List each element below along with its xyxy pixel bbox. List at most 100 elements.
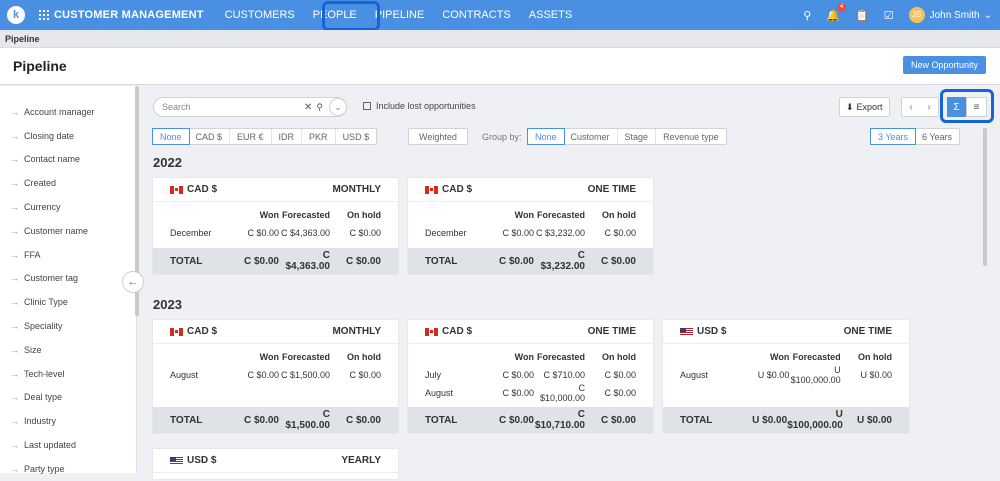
arrow-right-icon: → [10,154,19,165]
nav-customers[interactable]: CUSTOMERS [216,0,304,30]
total-won: C $0.00 [243,414,279,426]
search-input[interactable]: Search ✕ ⚲ ⌄ [153,97,347,117]
col-forecasted: Forecasted [536,210,585,220]
row-onhold: C $0.00 [604,388,636,398]
sidebar-item-speciality[interactable]: → Speciality [0,314,136,338]
sidebar-item-customer-name[interactable]: → Customer name [0,219,136,243]
checkbox-box[interactable] [363,102,371,110]
download-icon: ⬇ [846,101,854,112]
group-by-stage[interactable]: Stage [618,129,657,144]
sidebar-item-label: Speciality [24,321,63,332]
arrow-right-icon: → [10,368,19,379]
sidebar-item-tech-level[interactable]: → Tech-level [0,362,136,386]
sidebar-item-last-updated[interactable]: → Last updated [0,433,136,457]
app-brand[interactable]: CUSTOMER MANAGEMENT [54,9,204,21]
arrow-right-icon: → [10,297,19,308]
card-type: MONTHLY [332,184,381,195]
total-won: C $0.00 [498,255,534,267]
chevron-down-icon[interactable]: ⌄ [329,98,347,116]
sidebar-item-size[interactable]: → Size [0,338,136,362]
sidebar-item-contact-name[interactable]: → Contact name [0,148,136,172]
main-scrollbar[interactable] [983,128,987,266]
sidebar-item-deal-type[interactable]: → Deal type [0,386,136,410]
card-total: TOTAL C $0.00 C $1,500.00 C $0.00 [153,407,398,433]
arrow-right-icon: → [10,344,19,355]
sidebar-item-industry[interactable]: → Industry [0,409,136,433]
currency-cad[interactable]: CAD $ [189,129,231,144]
card-currency: CAD $ [442,184,473,195]
new-opportunity-button[interactable]: New Opportunity [902,56,986,74]
years-6[interactable]: 6 Years [915,129,959,144]
years-3[interactable]: 3 Years [870,128,917,145]
topbar-right: ⚲ 🔔 4 📋 ☑ JS John Smith ⌄ [803,2,1000,23]
search-icon[interactable]: ⚲ [803,9,811,22]
currency-none[interactable]: None [152,128,190,145]
user-menu[interactable]: JS John Smith ⌄ [908,7,992,23]
chevron-left-icon[interactable]: ‹ [902,98,920,116]
card-header: CAD $ ONE TIME [408,320,653,344]
card-row: August C $0.00 C $10,000.00 C $0.00 [408,383,653,403]
group-by-revenue-type[interactable]: Revenue type [656,129,726,144]
total-forecasted: U $100,000.00 [787,409,843,431]
canada-flag-icon [425,327,438,336]
col-won: Won [770,352,790,362]
row-won: C $0.00 [502,228,534,238]
row-won: C $0.00 [247,370,279,380]
group-by-none[interactable]: None [527,128,565,145]
clear-icon[interactable]: ✕ [304,102,312,113]
currency-eur[interactable]: EUR € [230,129,272,144]
arrow-right-icon: → [10,440,19,451]
currency-idr[interactable]: IDR [272,129,303,144]
arrow-right-icon: → [10,463,19,474]
row-won: C $0.00 [502,388,534,398]
apps-grid-icon[interactable] [39,10,49,20]
sidebar-item-closing-date[interactable]: → Closing date [0,124,136,148]
currency-pkr[interactable]: PKR [302,129,336,144]
nav-contracts[interactable]: CONTRACTS [433,0,519,30]
total-forecasted: C $1,500.00 [285,409,331,431]
sidebar-item-label: Customer tag [24,273,79,284]
currency-usd[interactable]: USD $ [336,129,377,144]
collapse-sidebar-button[interactable]: ← [122,271,144,293]
chevron-down-icon: ⌄ [983,9,992,21]
export-button[interactable]: ⬇ Export [839,97,890,117]
col-onhold: On hold [347,352,381,362]
card-row: December C $0.00 C $4,363.00 C $0.00 [153,224,398,242]
clipboard-clock-icon[interactable]: 📋 [855,9,869,22]
sidebar-item-created[interactable]: → Created [0,171,136,195]
total-forecasted: C $3,232.00 [540,250,586,272]
row-forecasted: C $1,500.00 [280,370,330,380]
include-lost-checkbox[interactable]: Include lost opportunities [363,101,476,111]
group-by-customer[interactable]: Customer [564,129,618,144]
bell-icon[interactable]: 🔔 4 [826,2,846,22]
card-header: CAD $ ONE TIME [408,178,653,202]
col-onhold: On hold [857,352,892,362]
filter-sidebar: → Account manager → Closing date → Contact … [0,86,137,474]
card-row: December C $0.00 C $3,232.00 C $0.00 [408,224,653,242]
group-by-label: Group by: [482,132,522,142]
arrow-right-icon: → [10,273,19,284]
app-logo[interactable]: k [7,6,25,24]
row-month: August [170,370,199,380]
card-row: July C $0.00 C $710.00 C $0.00 [408,366,653,384]
chevron-right-icon[interactable]: › [920,98,938,116]
nav-assets[interactable]: ASSETS [520,0,581,30]
sidebar-item-party-type[interactable]: → Party type [0,457,136,481]
years-filter: 3 Years 6 Years [870,128,961,145]
card-header: USD $ YEARLY [153,449,398,473]
search-icon[interactable]: ⚲ [316,102,323,113]
breadcrumb: Pipeline [0,30,1000,48]
pipeline-main: Search ✕ ⚲ ⌄ Include lost opportunities … [145,86,1000,479]
sidebar-item-currency[interactable]: → Currency [0,195,136,219]
weighted-button[interactable]: Weighted [409,129,467,144]
sidebar-item-customer-tag[interactable]: → Customer tag [0,267,136,291]
card-currency: CAD $ [442,326,473,337]
year-heading: 2023 [153,297,182,312]
sidebar-item-ffa[interactable]: → FFA [0,243,136,267]
arrow-right-icon: → [10,130,19,141]
pipeline-card: CAD $ MONTHLY Won Forecasted On hold August… [153,320,398,433]
card-column-headers: Won Forecasted On hold [408,348,653,366]
sidebar-item-clinic-type[interactable]: → Clinic Type [0,290,136,314]
sidebar-item-account-manager[interactable]: → Account manager [0,100,136,124]
clipboard-check-icon[interactable]: ☑ [884,9,894,22]
